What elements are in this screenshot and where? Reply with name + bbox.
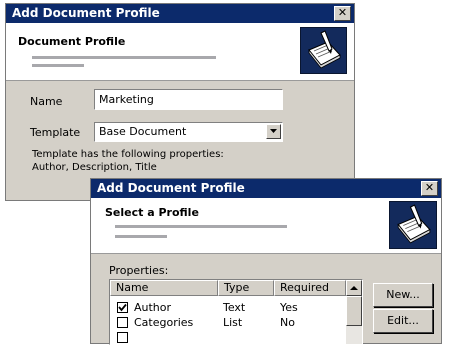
row-checkbox-partial[interactable]: [117, 332, 128, 343]
checkmark-icon: [118, 303, 127, 312]
row-name-categories: Categories: [134, 316, 194, 329]
properties-scrollbar[interactable]: [346, 280, 362, 344]
template-label: Template: [30, 126, 81, 139]
template-select[interactable]: Base Document: [94, 122, 283, 142]
close-icon[interactable]: ✕: [421, 181, 438, 196]
chevron-down-icon[interactable]: [266, 124, 281, 139]
column-header-name[interactable]: Name: [110, 280, 218, 296]
name-label: Name: [30, 95, 63, 108]
header-decor-line: [32, 56, 216, 59]
name-field[interactable]: Marketing: [94, 89, 283, 110]
row-required-categories: No: [280, 316, 295, 329]
template-info-line2: Author, Description, Title: [32, 162, 157, 173]
document-profile-icon: [389, 201, 437, 249]
row-type-categories: List: [223, 316, 243, 329]
front-dialog-title: Add Document Profile: [97, 181, 245, 195]
column-header-required[interactable]: Required: [274, 280, 346, 296]
back-dialog: Add Document Profile ✕ Document Profile …: [5, 3, 355, 201]
back-dialog-title: Add Document Profile: [12, 6, 160, 20]
back-dialog-header-title: Document Profile: [18, 35, 126, 48]
template-select-value: Base Document: [99, 125, 187, 138]
column-header-type[interactable]: Type: [218, 280, 274, 296]
properties-label: Properties:: [109, 264, 169, 277]
front-dialog: Add Document Profile ✕ Select a Profile …: [90, 178, 442, 345]
new-button[interactable]: New...: [373, 283, 433, 307]
close-icon[interactable]: ✕: [334, 6, 351, 21]
back-dialog-titlebar[interactable]: Add Document Profile ✕: [6, 4, 354, 23]
properties-list[interactable]: Name Type Required Author Text Yes Categ…: [109, 279, 363, 345]
scroll-thumb[interactable]: [346, 296, 362, 326]
front-dialog-header-title: Select a Profile: [105, 206, 199, 219]
header-decor-line: [115, 225, 287, 228]
front-dialog-header: Select a Profile: [91, 198, 441, 254]
front-dialog-titlebar[interactable]: Add Document Profile ✕: [91, 179, 441, 198]
header-decor-line: [32, 64, 84, 67]
row-type-author: Text: [223, 301, 246, 314]
template-info-line1: Template has the following properties:: [32, 149, 224, 160]
row-name-author: Author: [134, 301, 172, 314]
scroll-up-arrow-icon[interactable]: [346, 280, 362, 296]
row-checkbox-categories[interactable]: [117, 317, 128, 328]
header-decor-line: [115, 235, 167, 238]
document-profile-icon: [300, 27, 347, 74]
row-checkbox-author[interactable]: [117, 302, 128, 313]
edit-button[interactable]: Edit...: [373, 309, 433, 333]
back-dialog-header: Document Profile: [6, 23, 354, 81]
row-required-author: Yes: [280, 301, 298, 314]
